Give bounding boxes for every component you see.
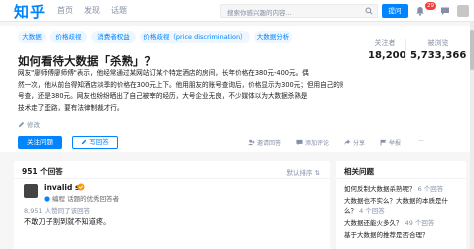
invite-label: 邀请回答 xyxy=(257,140,282,147)
author-bio-text: 编程 话题的优秀回答者 xyxy=(52,195,120,203)
related-answer-count: 49 个回答 xyxy=(404,219,435,227)
answer-author-bio: 编程 话题的优秀回答者 xyxy=(44,193,119,203)
question-detail: 网友"廖师傅廖师傅"表示，他经常通过某网站订某个特定酒店的房间，长年价格在380… xyxy=(18,68,343,114)
topic-tag[interactable]: 消费者权益 xyxy=(91,31,136,43)
related-question-item[interactable]: 大数据还能火多久？ 49 个回答 xyxy=(344,217,434,227)
answer-author-name[interactable]: invalid s xyxy=(44,183,79,192)
pencil-icon xyxy=(18,121,25,128)
flag-icon xyxy=(380,139,387,146)
answer-excerpt[interactable]: 不敢刀子割到就不知道疼。 xyxy=(24,217,110,227)
comment-icon xyxy=(296,139,303,146)
divider xyxy=(14,178,330,179)
report-label: 举报 xyxy=(389,140,402,147)
related-answer-count: 6 个回答 xyxy=(417,185,444,193)
message-icon[interactable] xyxy=(440,6,450,16)
add-comment-button[interactable]: 添加评论 xyxy=(296,138,329,147)
ask-question-button[interactable]: 提问 xyxy=(382,4,408,18)
topic-tag[interactable]: 大数据分析 xyxy=(254,31,292,43)
followers-count: 18,200 xyxy=(368,50,407,61)
verified-badge-icon xyxy=(77,183,85,191)
user-avatar[interactable] xyxy=(457,5,469,17)
question-title: 如何看待大数据「杀熟」？ xyxy=(18,54,156,68)
related-answer-count: 4 个回答 xyxy=(359,207,385,215)
related-question-item[interactable]: 如何反制大数据杀熟呢？ 6 个回答 xyxy=(344,183,443,193)
medal-icon xyxy=(44,196,50,202)
related-question-item[interactable]: 基于大数据的推荐是否合理？ xyxy=(344,229,429,239)
more-options-button[interactable]: ··· xyxy=(418,138,424,145)
sort-dropdown[interactable]: 默认排序 ⇅ xyxy=(286,167,320,177)
related-question-text: 基于大数据的推荐是否合理？ xyxy=(344,231,429,239)
question-detail-line: 然一次，他从前台得知酒店淡季的价格在300元上下。他用朋友的账号查询后，价格显示… xyxy=(18,80,343,89)
question-detail-line: 网友"廖师傅廖师傅"表示，他经常通过某网站订某个特定酒店的房间，长年价格在380… xyxy=(18,69,309,77)
question-detail-line: 号查，还是380元。网友也纷纷晒出了自己被宰的经历，大号企业无良，不少媒体以为大… xyxy=(18,92,308,100)
answer-vote-count: 8,951 人赞同了该回答 xyxy=(24,207,91,215)
pencil-icon xyxy=(82,139,87,145)
answer-count: 951 个回答 xyxy=(22,167,63,176)
topic-tag[interactable]: 价格歧视 xyxy=(50,31,87,43)
related-question-text: 大数据还能火多久？ xyxy=(344,219,403,227)
follow-question-button[interactable]: 关注问题 xyxy=(18,136,62,149)
search-input[interactable]: 搜索你感兴趣的内容... xyxy=(220,4,378,18)
views-label: 被浏览 xyxy=(427,39,449,47)
views-stat: 被浏览 5,733,366 xyxy=(410,38,466,61)
edit-question-link[interactable]: 修改 xyxy=(18,119,40,129)
share-icon xyxy=(344,139,351,146)
topic-tag[interactable]: 大数据 xyxy=(18,31,46,43)
related-title: 相关问题 xyxy=(344,167,374,176)
site-logo[interactable]: 知乎 xyxy=(14,1,46,22)
related-question-text: 大数据也不实么？大数据的本质是什 xyxy=(344,197,448,205)
write-answer-button[interactable]: 写回答 xyxy=(72,136,118,149)
notification-badge: 29 xyxy=(425,2,436,10)
answer-author-avatar[interactable] xyxy=(24,184,38,198)
write-answer-label: 写回答 xyxy=(89,138,109,146)
report-button[interactable]: 举报 xyxy=(380,138,401,147)
invite-icon xyxy=(248,139,255,146)
scrollbar-thumb[interactable] xyxy=(470,30,474,70)
question-detail-line: 技术走了歪路，要有法律制裁才行。 xyxy=(18,103,124,112)
nav-topics[interactable]: 话题 xyxy=(111,5,127,16)
edit-label: 修改 xyxy=(27,121,40,129)
related-question-item[interactable]: 大数据也不实么？大数据的本质是什 xyxy=(344,195,448,205)
share-label: 分享 xyxy=(353,140,366,147)
related-question-text: 如何反制大数据杀熟呢？ xyxy=(344,185,416,193)
topic-tag[interactable]: 价格歧视（price discrimination） xyxy=(140,31,250,43)
related-questions: 相关问题 如何反制大数据杀熟呢？ 6 个回答 大数据也不实么？大数据的本质是什 … xyxy=(336,161,466,249)
answers-list: 951 个回答 默认排序 ⇅ invalid s 编程 话题的优秀回答者 8,9… xyxy=(14,161,330,249)
invite-answer-button[interactable]: 邀请回答 xyxy=(248,138,281,147)
stats-divider xyxy=(405,39,406,61)
search-placeholder: 搜索你感兴趣的内容... xyxy=(227,9,292,17)
top-navigation-bar: 知乎 首页 发现 话题 搜索你感兴趣的内容... 提问 29 xyxy=(0,0,474,22)
nav-home[interactable]: 首页 xyxy=(57,5,73,16)
followers-label: 关注者 xyxy=(374,39,396,47)
nav-discover[interactable]: 发现 xyxy=(84,5,100,16)
question-header: 大数据 价格歧视 消费者权益 价格歧视（price discrimination… xyxy=(0,26,474,152)
sort-icon: ⇅ xyxy=(314,169,320,177)
divider xyxy=(336,178,466,179)
search-icon[interactable] xyxy=(365,7,373,15)
bell-icon[interactable] xyxy=(415,6,425,16)
views-count: 5,733,366 xyxy=(410,50,467,61)
sort-label: 默认排序 xyxy=(286,169,313,177)
comment-label: 添加评论 xyxy=(305,140,330,147)
related-question-item[interactable]: 么？ 4 个回答 xyxy=(344,205,385,215)
related-question-text: 么？ xyxy=(344,207,357,215)
followers-stat[interactable]: 关注者 18,200 xyxy=(368,38,407,61)
share-button[interactable]: 分享 xyxy=(344,138,365,147)
